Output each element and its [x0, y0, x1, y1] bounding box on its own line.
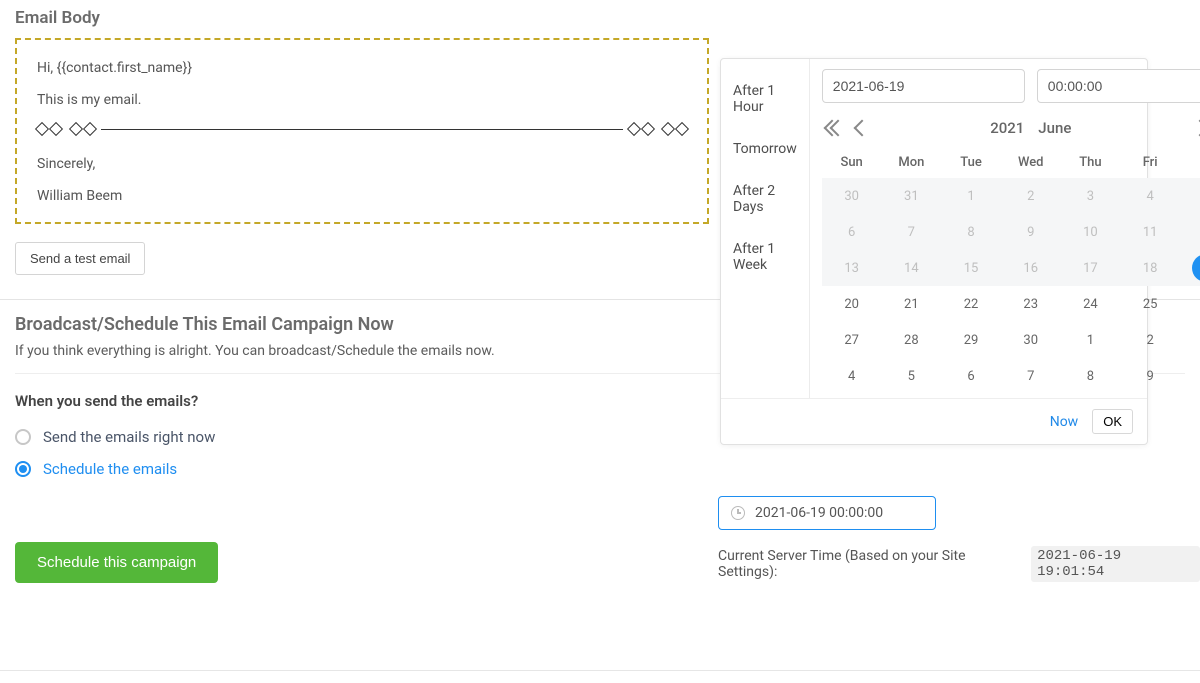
page-bottom-divider: [0, 670, 1200, 671]
email-sender-name: William Beem: [37, 188, 687, 204]
calendar-day[interactable]: 3: [1180, 322, 1200, 358]
picker-shortcuts: After 1 Hour Tomorrow After 2 Days After…: [721, 59, 810, 398]
calendar-day[interactable]: 18: [1120, 250, 1180, 286]
calendar-day[interactable]: 10: [1061, 214, 1121, 250]
radio-schedule-label: Schedule the emails: [43, 460, 177, 478]
calendar-day[interactable]: 1: [1061, 322, 1121, 358]
calendar-day[interactable]: 10: [1180, 358, 1200, 394]
radio-schedule[interactable]: Schedule the emails: [15, 460, 1200, 478]
calendar-day[interactable]: 15: [941, 250, 1001, 286]
server-time-row: Current Server Time (Based on your Site …: [718, 546, 1200, 582]
send-test-email-button[interactable]: Send a test email: [15, 242, 145, 275]
shortcut-after-1-week[interactable]: After 1 Week: [721, 235, 809, 293]
picker-time-input[interactable]: [1037, 69, 1200, 103]
scheduled-datetime-input[interactable]: 2021-06-19 00:00:00: [718, 496, 936, 530]
weekday-sun: Sun: [822, 147, 882, 178]
calendar-day[interactable]: 25: [1120, 286, 1180, 322]
calendar-day[interactable]: 27: [822, 322, 882, 358]
datetime-picker: After 1 Hour Tomorrow After 2 Days After…: [720, 58, 1148, 445]
clock-icon: [731, 506, 745, 520]
prev-year-button[interactable]: [826, 122, 844, 134]
calendar-day[interactable]: 14: [881, 250, 941, 286]
calendar-day[interactable]: 19: [1180, 250, 1200, 286]
calendar-day[interactable]: 31: [881, 178, 941, 214]
email-divider-ornament: [37, 124, 687, 134]
calendar-day[interactable]: 11: [1120, 214, 1180, 250]
calendar-day[interactable]: 6: [822, 214, 882, 250]
email-line-1: This is my email.: [37, 92, 687, 108]
calendar-day[interactable]: 9: [1120, 358, 1180, 394]
calendar-day[interactable]: 16: [1001, 250, 1061, 286]
shortcut-after-1-hour[interactable]: After 1 Hour: [721, 77, 809, 135]
weekday-fri: Fri: [1120, 147, 1180, 178]
weekday-sat: Sat: [1180, 147, 1200, 178]
calendar-day[interactable]: 30: [1001, 322, 1061, 358]
prev-month-button[interactable]: [853, 120, 870, 137]
email-signoff: Sincerely,: [37, 156, 687, 172]
calendar-day[interactable]: 6: [941, 358, 1001, 394]
schedule-campaign-button[interactable]: Schedule this campaign: [15, 542, 218, 583]
calendar-day[interactable]: 8: [1061, 358, 1121, 394]
weekday-thu: Thu: [1061, 147, 1121, 178]
calendar-day[interactable]: 2: [1120, 322, 1180, 358]
server-time-value: 2021-06-19 19:01:54: [1031, 546, 1200, 582]
radio-send-now-label: Send the emails right now: [43, 428, 215, 446]
calendar-day[interactable]: 7: [1001, 358, 1061, 394]
email-body-label: Email Body: [15, 8, 1200, 28]
calendar-day[interactable]: 8: [941, 214, 1001, 250]
calendar-day[interactable]: 7: [881, 214, 941, 250]
calendar-day[interactable]: 28: [881, 322, 941, 358]
calendar-day[interactable]: 24: [1061, 286, 1121, 322]
calendar-day[interactable]: 5: [881, 358, 941, 394]
calendar-day[interactable]: 26: [1180, 286, 1200, 322]
calendar-day[interactable]: 30: [822, 178, 882, 214]
calendar-day[interactable]: 12: [1180, 214, 1200, 250]
email-greeting: Hi, {{contact.first_name}}: [37, 60, 687, 76]
weekday-wed: Wed: [1001, 147, 1061, 178]
calendar-grid: SunMonTueWedThuFriSat 303112345678910111…: [822, 147, 1200, 394]
calendar-day[interactable]: 13: [822, 250, 882, 286]
calendar-day[interactable]: 22: [941, 286, 1001, 322]
calendar-day[interactable]: 9: [1001, 214, 1061, 250]
shortcut-tomorrow[interactable]: Tomorrow: [721, 135, 809, 177]
weekday-mon: Mon: [881, 147, 941, 178]
picker-now-button[interactable]: Now: [1050, 414, 1079, 430]
calendar-day[interactable]: 3: [1061, 178, 1121, 214]
calendar-day[interactable]: 29: [941, 322, 1001, 358]
email-body-preview: Hi, {{contact.first_name}} This is my em…: [15, 38, 709, 224]
picker-ok-button[interactable]: OK: [1092, 409, 1133, 434]
radio-icon: [15, 429, 31, 445]
server-time-label: Current Server Time (Based on your Site …: [718, 548, 1023, 580]
calendar-day[interactable]: 21: [881, 286, 941, 322]
weekday-tue: Tue: [941, 147, 1001, 178]
radio-icon: [15, 461, 31, 477]
calendar-day[interactable]: 4: [822, 358, 882, 394]
calendar-day[interactable]: 2: [1001, 178, 1061, 214]
picker-date-input[interactable]: [822, 69, 1025, 103]
calendar-day[interactable]: 1: [941, 178, 1001, 214]
picker-month-label: 2021June: [990, 119, 1071, 137]
shortcut-after-2-days[interactable]: After 2 Days: [721, 177, 809, 235]
calendar-day[interactable]: 17: [1061, 250, 1121, 286]
calendar-day[interactable]: 5: [1180, 178, 1200, 214]
scheduled-datetime-value: 2021-06-19 00:00:00: [755, 505, 883, 521]
next-month-button[interactable]: [1191, 120, 1200, 137]
calendar-day[interactable]: 4: [1120, 178, 1180, 214]
calendar-day[interactable]: 23: [1001, 286, 1061, 322]
calendar-day[interactable]: 20: [822, 286, 882, 322]
